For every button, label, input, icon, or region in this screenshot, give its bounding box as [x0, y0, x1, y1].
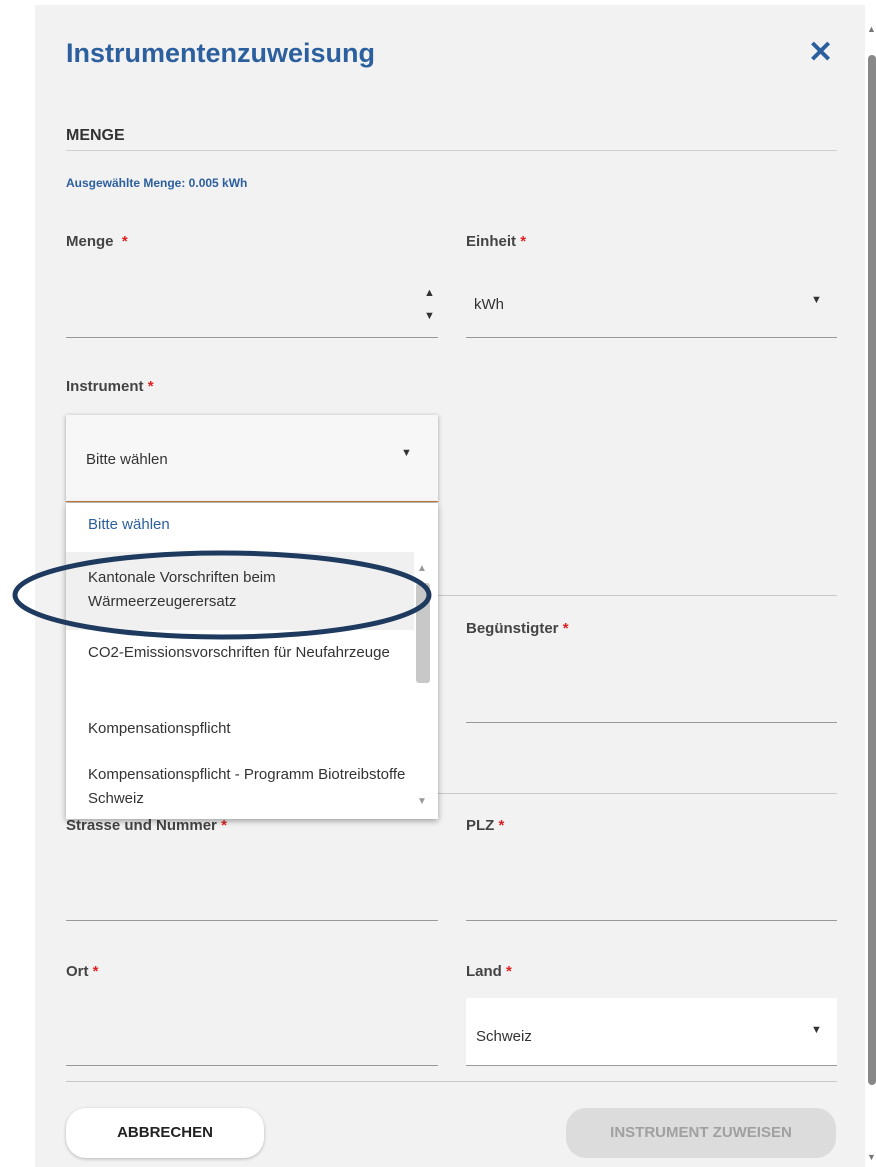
required-mark: *	[506, 963, 512, 980]
section-heading: MENGE	[66, 127, 125, 144]
divider	[66, 150, 837, 151]
menge-label: Menge *	[66, 233, 128, 250]
land-label: Land *	[466, 963, 512, 980]
einheit-value: kWh	[474, 296, 504, 313]
highlight-ellipse	[12, 550, 432, 640]
required-mark: *	[520, 233, 527, 250]
required-mark: *	[562, 620, 569, 637]
instrument-value: Bitte wählen	[86, 451, 168, 468]
land-value: Schweiz	[476, 1028, 532, 1045]
scroll-down-icon[interactable]: ▼	[417, 796, 427, 807]
strasse-label: Strasse und Nummer *	[66, 817, 227, 834]
dropdown-option[interactable]: Kompensationspflicht - Programm Biotreib…	[66, 763, 414, 811]
dropdown-option[interactable]: Kompensationspflicht	[66, 717, 414, 741]
land-select[interactable]: Schweiz ▼	[466, 998, 837, 1065]
scrollbar-thumb[interactable]	[868, 55, 876, 1085]
strasse-underline	[66, 920, 438, 921]
divider	[66, 1081, 837, 1082]
dropdown-option[interactable]: CO2-Emissionsvorschriften für Neufahrzeu…	[66, 641, 414, 665]
instrument-label: Instrument *	[66, 378, 154, 395]
cancel-button[interactable]: ABBRECHEN	[66, 1108, 264, 1158]
chevron-down-icon: ▼	[811, 1024, 822, 1036]
assign-instrument-button[interactable]: INSTRUMENT ZUWEISEN	[566, 1108, 836, 1158]
ort-underline	[66, 1065, 438, 1066]
einheit-select[interactable]: kWh ▼	[466, 280, 837, 337]
dropdown-option[interactable]: Bitte wählen	[66, 513, 414, 537]
strasse-input[interactable]	[66, 845, 438, 920]
plz-underline	[466, 920, 837, 921]
dialog-title: Instrumentenzuweisung	[66, 38, 376, 68]
menge-underline	[66, 337, 438, 338]
beguenstigter-label: Begünstigter *	[466, 620, 569, 637]
required-mark: *	[498, 817, 505, 834]
increment-icon[interactable]: ▲	[424, 287, 435, 299]
required-mark: *	[92, 963, 99, 980]
plz-input[interactable]	[466, 845, 837, 920]
einheit-underline	[466, 337, 837, 338]
decrement-icon[interactable]: ▼	[424, 310, 435, 322]
instrument-select[interactable]: Bitte wählen ▼	[66, 415, 438, 502]
scroll-down-icon[interactable]: ▼	[867, 1152, 876, 1162]
divider	[438, 793, 837, 794]
chevron-down-icon: ▼	[811, 294, 822, 306]
beguenstigter-input[interactable]	[466, 650, 837, 722]
einheit-label: Einheit *	[466, 233, 527, 250]
menge-input[interactable]	[66, 280, 438, 337]
required-mark: *	[121, 233, 128, 250]
beguenstigter-underline	[466, 722, 837, 723]
plz-label: PLZ *	[466, 817, 505, 834]
close-icon[interactable]: ✕	[808, 35, 833, 70]
selected-amount-info: Ausgewählte Menge: 0.005 kWh	[66, 176, 248, 190]
divider	[438, 595, 837, 596]
required-mark: *	[221, 817, 227, 834]
ort-label: Ort *	[66, 963, 99, 980]
ort-input[interactable]	[66, 995, 438, 1065]
scroll-up-icon[interactable]: ▲	[867, 24, 876, 34]
land-underline	[466, 1065, 837, 1066]
chevron-down-icon: ▼	[401, 447, 412, 459]
required-mark: *	[147, 378, 154, 395]
